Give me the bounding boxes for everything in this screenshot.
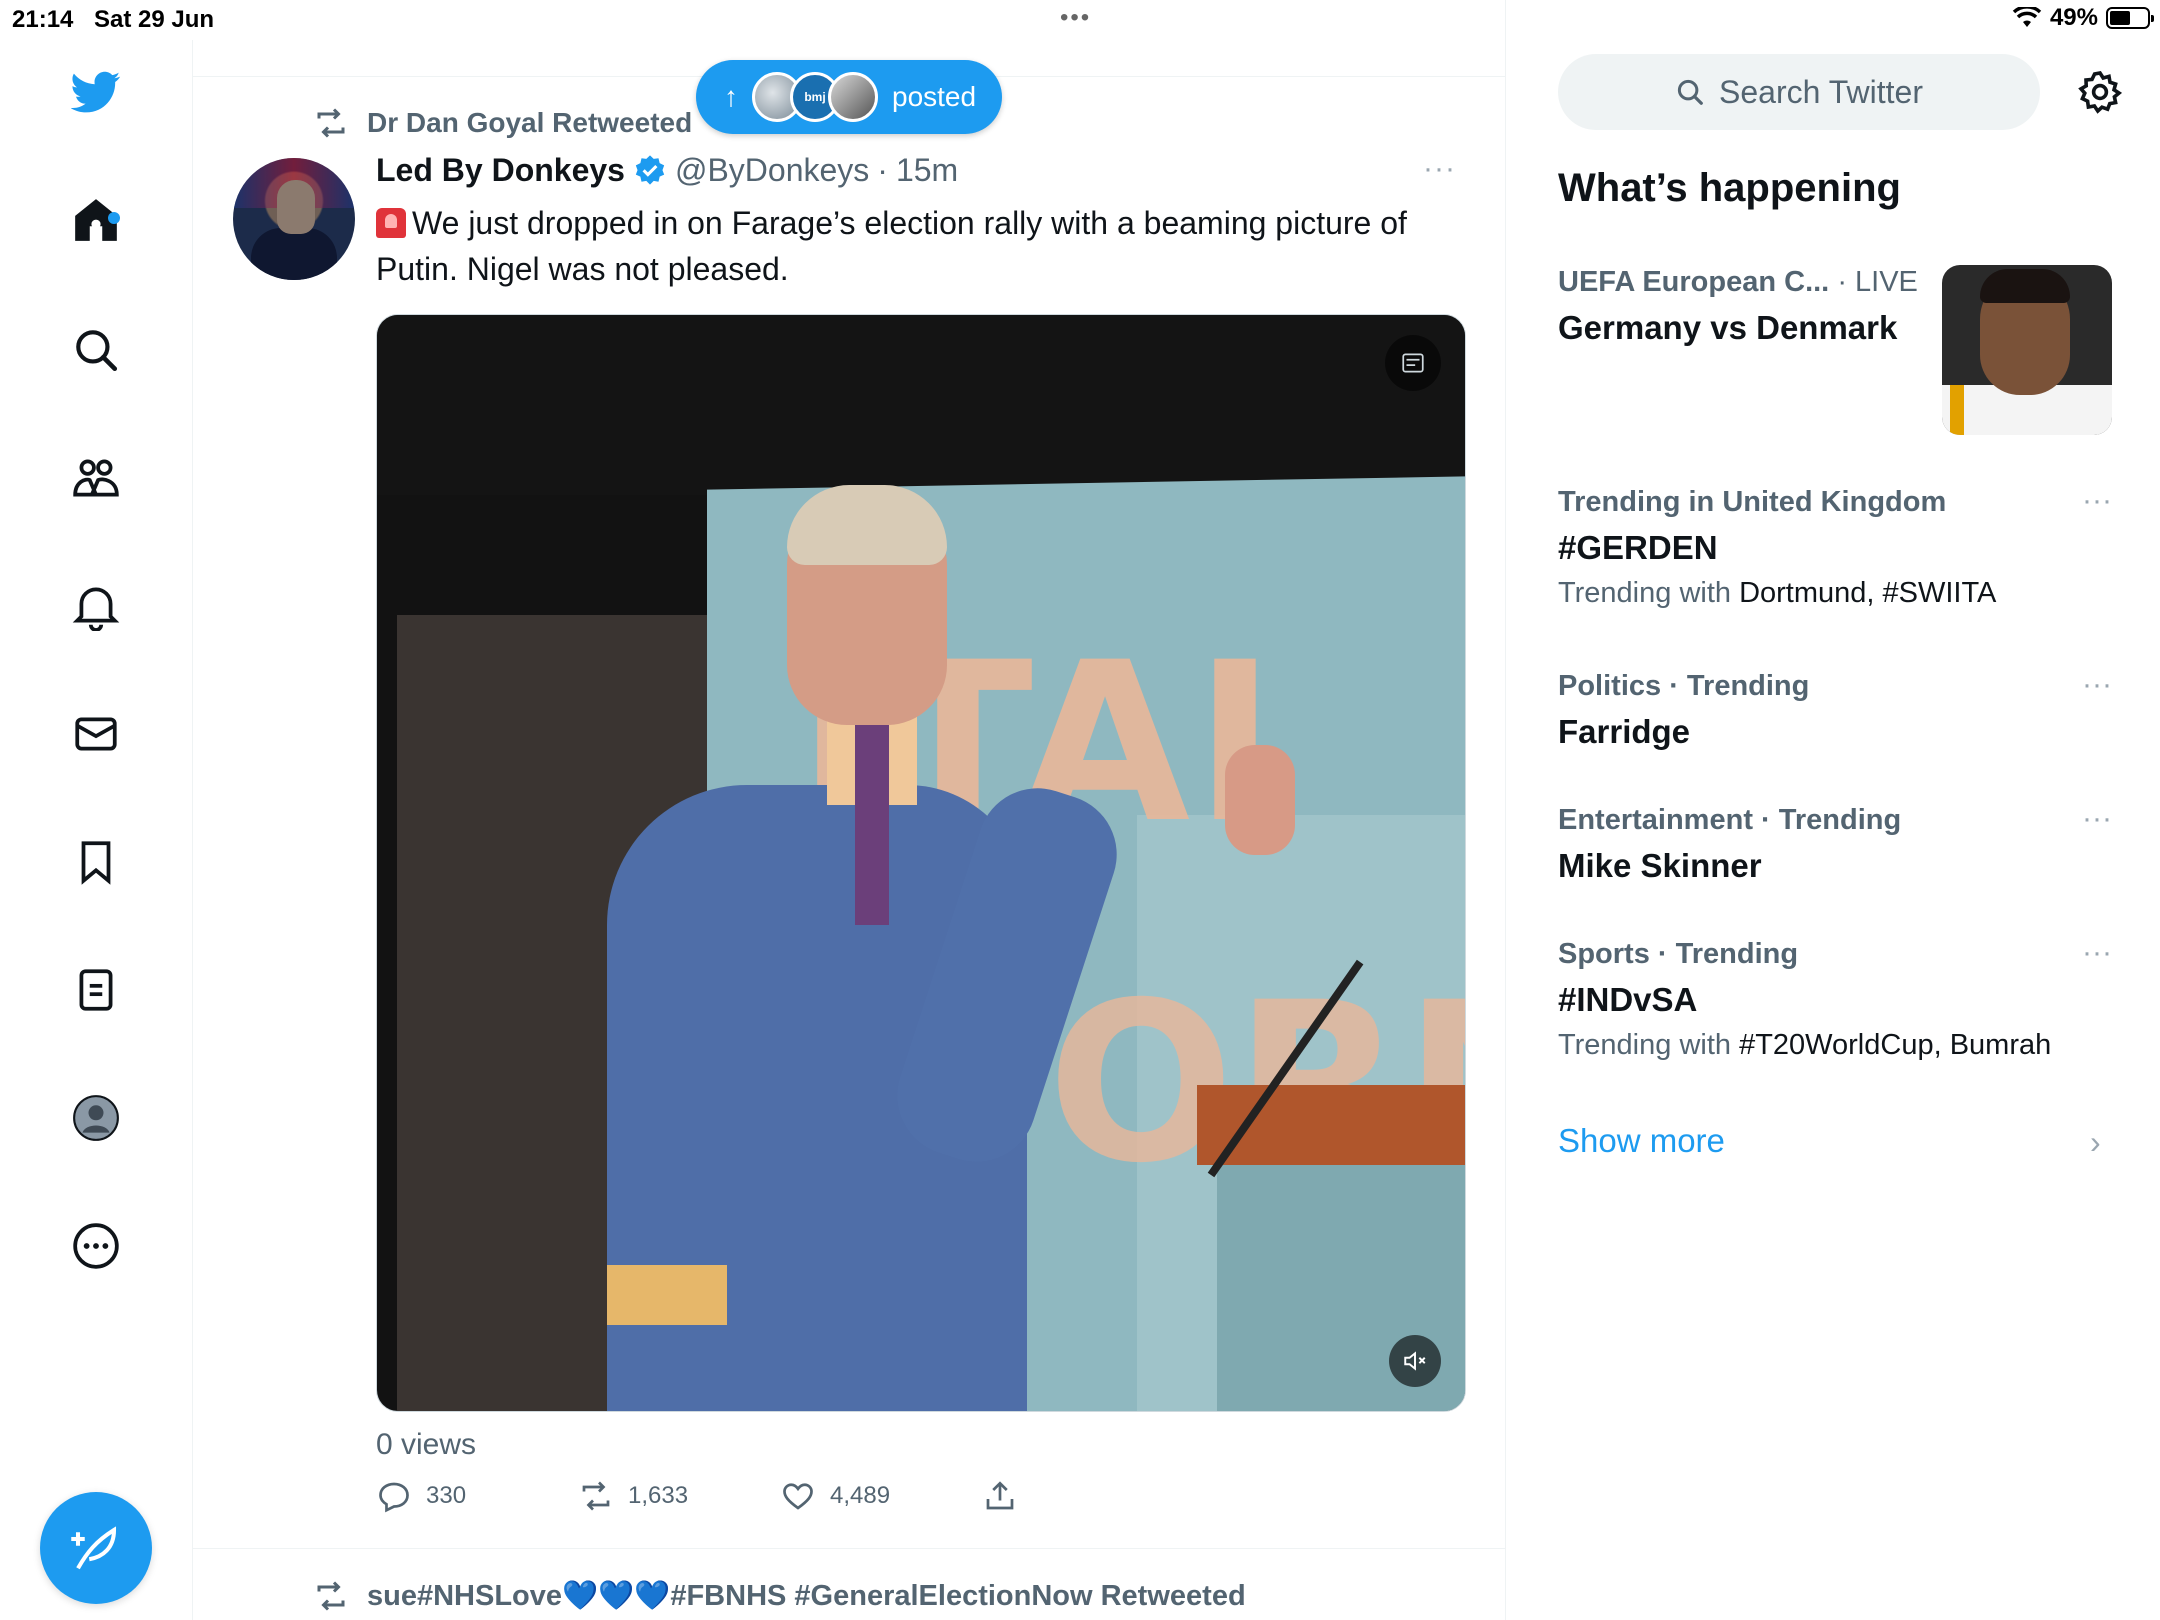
profile-icon[interactable] [66,1088,126,1148]
tweet-text: We just dropped in on Farage’s election … [376,200,1456,292]
tweet-divider [193,1548,1505,1549]
retweeted-by-label: Dr Dan Goyal Retweeted [367,107,693,138]
timeline: ↑ bmj posted Dr Dan Goyal Retweeted Led … [193,0,1506,1620]
compose-button[interactable] [40,1492,152,1604]
retweet-icon [317,108,345,138]
trend-category: UEFA European C... [1558,266,1830,298]
trend-category: Sports · Trending [1558,938,1799,970]
trend-context: Trending with Dortmund, #SWIITA [1558,577,1997,609]
mute-icon[interactable] [1389,1335,1441,1387]
trend-category: Politics · Trending [1558,670,1810,702]
reply-count: 330 [426,1482,467,1509]
reply-icon [379,1482,409,1513]
trend-more-button[interactable]: ··· [2082,484,2112,518]
reply-button[interactable]: 330 [376,1478,578,1514]
messages-icon[interactable] [66,704,126,764]
trend-category: Trending in United Kingdom [1558,486,1947,518]
tweet-more-button[interactable]: ··· [1423,152,1456,186]
chevron-right-icon: › [2090,1124,2101,1160]
search-icon [1677,79,1703,105]
trend-title: Farridge [1558,713,1691,750]
siren-emoji-icon [376,208,406,238]
new-posts-pill[interactable]: ↑ bmj posted [696,60,1002,134]
lists-icon[interactable] [66,960,126,1020]
retweet-button[interactable]: 1,633 [578,1478,780,1514]
battery-icon [2106,7,2154,29]
retweet-context[interactable]: Dr Dan Goyal Retweeted [313,105,692,141]
media-settings-icon[interactable] [1385,335,1441,391]
gear-icon[interactable] [2076,68,2124,116]
home-unread-dot [108,212,120,224]
like-count: 4,489 [830,1482,891,1509]
show-more-link[interactable]: Show more [1558,1122,1725,1160]
retweet-icon [582,1481,610,1511]
status-time: 21:14 [12,6,74,33]
view-count: 0 views [376,1428,477,1461]
author-handle[interactable]: @ByDonkeys [675,152,869,189]
header-separator: · [877,152,888,188]
search-icon[interactable] [66,320,126,380]
more-icon[interactable] [66,1216,126,1276]
blue-heart-emoji-icon: 💙💙💙 [562,1580,671,1612]
trend-item[interactable]: Sports · Trending #INDvSA Trending with … [1558,938,2118,1062]
bookmarks-icon[interactable] [66,832,126,892]
author-avatar[interactable] [233,158,355,280]
verified-badge-icon [635,154,665,185]
arrow-up-icon: ↑ [724,81,738,112]
share-icon [986,1481,1014,1510]
new-posts-label: posted [892,81,977,112]
trend-item[interactable]: Trending in United Kingdom #GERDEN Trend… [1558,486,2118,610]
author-name[interactable]: Led By Donkeys [376,152,625,189]
trend-more-button[interactable]: ··· [2082,802,2112,836]
share-button[interactable] [982,1478,1184,1514]
wifi-icon [2012,7,2042,27]
trend-more-button[interactable]: ··· [2082,668,2112,702]
trend-thumbnail[interactable] [1942,265,2112,435]
tweet-header: Led By Donkeys @ByDonkeys · 15m [376,152,958,189]
pill-avatar [828,72,878,122]
tweet-actions: 330 1,633 4,489 [376,1478,1184,1514]
trend-title: Mike Skinner [1558,847,1762,884]
retweet-context[interactable]: sue#NHSLove💙💙💙#FBNHS #GeneralElectionNow… [313,1578,1246,1614]
status-right: 49% [2012,4,2154,32]
live-badge: · LIVE [1837,266,1918,298]
trend-title: #INDvSA [1558,981,1698,1018]
battery-percent: 49% [2049,4,2098,31]
trend-item[interactable]: Entertainment · Trending Mike Skinner [1558,804,2118,885]
left-nav [0,40,193,1620]
search-input[interactable]: Search Twitter [1558,54,2040,130]
retweet-icon [317,1581,345,1611]
notifications-icon[interactable] [66,576,126,636]
trend-more-button[interactable]: ··· [2082,936,2112,970]
trend-title: #GERDEN [1558,529,1718,566]
retweet-count: 1,633 [628,1482,689,1509]
trend-context: Trending with #T20WorldCup, Bumrah [1558,1029,2052,1061]
twitter-logo-icon[interactable] [66,62,126,122]
trend-item[interactable]: Politics · Trending Farridge [1558,670,2118,751]
compose-feather-icon [71,1526,117,1570]
whats-happening-title: What’s happening [1558,166,1901,210]
tweet-time[interactable]: 15m [896,152,958,189]
trend-category: Entertainment · Trending [1558,804,1902,836]
retweeted-by-label: sue#NHSLove💙💙💙#FBNHS #GeneralElectionNow… [367,1580,1246,1612]
search-placeholder: Search Twitter [1719,73,1923,110]
tweet-body: We just dropped in on Farage’s election … [376,205,1407,287]
communities-icon[interactable] [66,448,126,508]
like-button[interactable]: 4,489 [780,1478,982,1514]
tweet-video[interactable]: ITAI FORM [376,314,1466,1412]
heart-icon [783,1483,813,1510]
